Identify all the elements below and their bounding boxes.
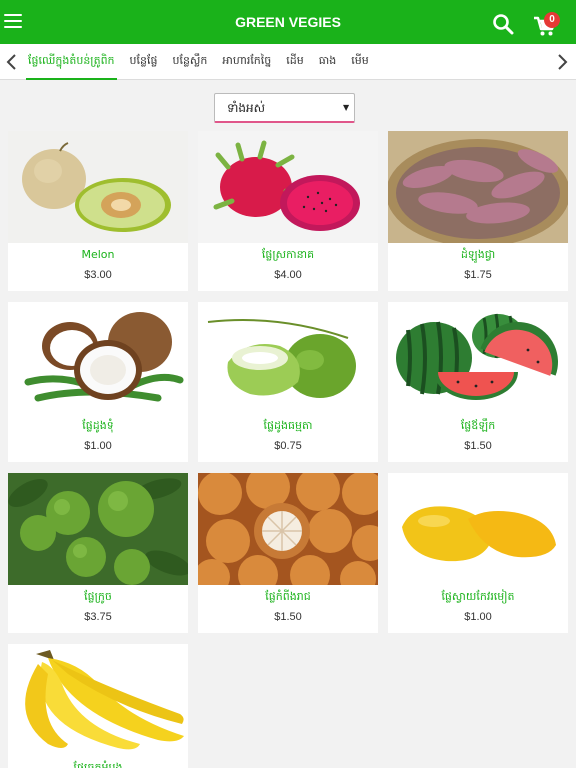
- watermelon-image: [388, 302, 568, 414]
- mango-image: [388, 473, 568, 585]
- product-price: $1.00: [84, 440, 112, 452]
- category-tabs: ផ្លែឈើក្នុងតំបន់ត្រូពិក បន្លែផ្លែ បន្លែស…: [26, 44, 371, 80]
- product-price: $1.00: [464, 611, 492, 623]
- tab-tubers[interactable]: មើម: [349, 44, 370, 80]
- hamburger-icon[interactable]: [4, 14, 22, 30]
- product-name: ផ្លែចេកអំបូង: [73, 761, 123, 768]
- chevron-down-icon: ▼: [343, 103, 350, 112]
- product-name: ផ្លែដូងទុំ: [82, 419, 114, 432]
- product-card-lime[interactable]: ផ្លែក្រូច $3.75: [8, 473, 188, 633]
- sweet-potato-image: [388, 131, 568, 243]
- tab-shoots[interactable]: ធាង: [317, 44, 338, 80]
- tab-processed-food[interactable]: អាហារកែច្នៃ: [220, 44, 273, 80]
- banana-image: [8, 644, 188, 756]
- product-card-santol[interactable]: ផ្លែកំពីងរាជ $1.50: [198, 473, 378, 633]
- product-price: $1.75: [464, 269, 492, 281]
- product-card-melon[interactable]: Melon $3.00: [8, 131, 188, 291]
- tab-fruit-vegetables[interactable]: បន្លែផ្លែ: [128, 44, 160, 80]
- product-name: ដំឡូងជ្វា: [460, 248, 496, 261]
- tab-leafy-vegetables[interactable]: បន្លែស្លឹក: [170, 44, 209, 80]
- product-card-green-coconut[interactable]: ផ្លែដូងធម្មតា $0.75: [198, 302, 378, 462]
- product-price: $4.00: [274, 269, 302, 281]
- category-tab-bar: ផ្លែឈើក្នុងតំបន់ត្រូពិក បន្លែផ្លែ បន្លែស…: [0, 44, 576, 80]
- product-price: $1.50: [274, 611, 302, 623]
- product-name: ផ្លែស្វាយកែវរមៀត: [441, 590, 515, 603]
- product-card-dragon-fruit[interactable]: ផ្លែស្រកានាគ $4.00: [198, 131, 378, 291]
- lime-image: [8, 473, 188, 585]
- chevron-left-icon[interactable]: [2, 50, 22, 74]
- product-price: $1.50: [464, 440, 492, 452]
- product-name: ផ្លែដូងធម្មតា: [263, 419, 313, 432]
- product-price: $0.75: [274, 440, 302, 452]
- product-card-coconut[interactable]: ផ្លែដូងទុំ $1.00: [8, 302, 188, 462]
- coconut-image: [8, 302, 188, 414]
- dragon-fruit-image: [198, 131, 378, 243]
- product-card-banana[interactable]: ផ្លែចេកអំបូង: [8, 644, 188, 768]
- product-name: ផ្លែឪឡឹក: [460, 419, 496, 432]
- tab-tropical-fruit[interactable]: ផ្លែឈើក្នុងតំបន់ត្រូពិក: [26, 44, 117, 80]
- chevron-right-icon[interactable]: [552, 50, 572, 74]
- product-name: ផ្លែស្រកានាគ: [261, 248, 315, 261]
- product-card-mango[interactable]: ផ្លែស្វាយកែវរមៀត $1.00: [388, 473, 568, 633]
- product-card-sweet-potato[interactable]: ដំឡូងជ្វា $1.75: [388, 131, 568, 291]
- melon-image: [8, 131, 188, 243]
- product-price: $3.75: [84, 611, 112, 623]
- search-icon[interactable]: [492, 13, 514, 35]
- product-name: ផ្លែក្រូច: [84, 590, 112, 603]
- product-card-watermelon[interactable]: ផ្លែឪឡឹក $1.50: [388, 302, 568, 462]
- top-app-bar: GREEN VEGIES 0: [0, 0, 576, 44]
- product-name: ផ្លែកំពីងរាជ: [265, 590, 311, 603]
- green-coconut-image: [198, 302, 378, 414]
- cart-count-badge: 0: [544, 12, 560, 28]
- santol-image: [198, 473, 378, 585]
- product-name: Melon: [81, 248, 115, 261]
- filter-select[interactable]: ទាំងអស់ ▼: [214, 93, 355, 123]
- app-title: GREEN VEGIES: [235, 14, 341, 30]
- product-price: $3.00: [84, 269, 112, 281]
- tab-stems[interactable]: ដើម: [284, 44, 305, 80]
- filter-selected-value: ទាំងអស់: [227, 101, 266, 115]
